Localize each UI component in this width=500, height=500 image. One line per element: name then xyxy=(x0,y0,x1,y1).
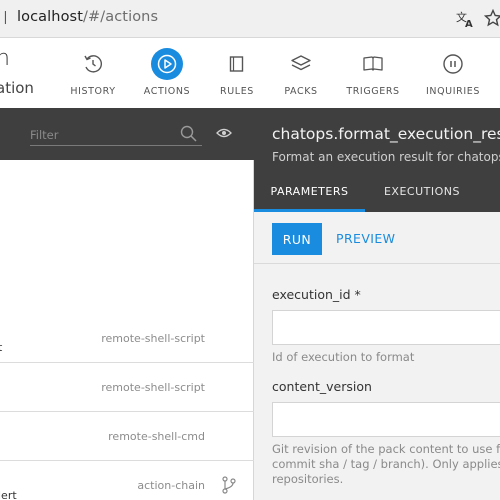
action-title: chatops.format_execution_result xyxy=(272,125,500,143)
nav-rules-label: RULES xyxy=(220,86,254,97)
nav-packs-label: PACKS xyxy=(284,86,318,97)
nav-packs[interactable]: PACKS xyxy=(266,48,336,100)
nav-triggers-label: TRIGGERS xyxy=(346,86,400,97)
run-button[interactable]: RUN xyxy=(272,223,322,255)
content-version-field[interactable] xyxy=(272,402,500,437)
nav-inquiries-label: INQUIRIES xyxy=(426,86,480,97)
translate-icon[interactable]: 文 A xyxy=(456,10,474,28)
execution-id-label: execution_id * xyxy=(272,287,361,302)
workflow-icon xyxy=(222,476,236,494)
url-field[interactable]: localhost/#/actions xyxy=(17,9,158,25)
filter-bar xyxy=(0,108,254,160)
url-path: /#/actions xyxy=(83,9,159,25)
action-runner-type: remote-shell-script xyxy=(101,332,205,345)
nav-actions-label: ACTIONS xyxy=(143,86,191,97)
tab-executions[interactable]: EXECUTIONS xyxy=(372,185,472,212)
play-icon xyxy=(151,48,183,80)
action-details-panel: chatops.format_execution_result Format a… xyxy=(254,108,500,500)
action-list-item[interactable]: lert action-chain xyxy=(0,461,254,500)
divider xyxy=(254,263,500,264)
nav-history[interactable]: HISTORY xyxy=(58,48,128,100)
rules-icon xyxy=(229,56,244,72)
browser-address-bar: ❘ localhost/#/actions 文 A xyxy=(0,0,500,38)
svg-text:A: A xyxy=(465,19,473,28)
nav-actions[interactable]: ACTIONS xyxy=(132,48,202,100)
nav-inquiries[interactable]: INQUIRIES xyxy=(418,48,488,100)
app-logo-subtext: ation xyxy=(0,79,34,97)
action-runner-type: remote-shell-cmd xyxy=(108,430,205,443)
action-runner-type: remote-shell-script xyxy=(101,381,205,394)
execution-id-help: Id of execution to format xyxy=(272,350,415,364)
actions-list-panel: t remote-shell-script remote-shell-scrip… xyxy=(0,108,254,500)
nav-triggers[interactable]: TRIGGERS xyxy=(338,48,408,100)
history-icon xyxy=(84,55,102,73)
nav-rules[interactable]: RULES xyxy=(202,48,272,100)
bookmark-star-icon[interactable] xyxy=(484,9,500,27)
action-list-item[interactable]: remote-shell-script xyxy=(0,363,254,412)
page-info-icon[interactable]: ❘ xyxy=(0,11,11,25)
inquiries-icon xyxy=(443,54,463,74)
eye-icon[interactable] xyxy=(216,127,232,139)
app-logo-text: n xyxy=(0,46,10,71)
content-version-help-line: Git revision of the pack content to use … xyxy=(272,442,500,456)
action-description: Format an execution result for chatops xyxy=(272,150,500,164)
nav-history-label: HISTORY xyxy=(70,86,116,97)
action-name: t xyxy=(0,341,3,354)
action-list-item[interactable]: t remote-shell-script xyxy=(0,314,254,363)
tab-parameters[interactable]: PARAMETERS xyxy=(254,185,365,212)
search-icon[interactable] xyxy=(180,125,197,142)
action-name: lert xyxy=(0,489,17,500)
action-list-item[interactable]: remote-shell-cmd xyxy=(0,412,254,461)
content-version-help-line: repositories. xyxy=(272,472,344,486)
triggers-icon xyxy=(363,56,383,71)
url-host: localhost xyxy=(17,9,83,25)
action-runner-type: action-chain xyxy=(137,479,205,492)
content-version-help-line: commit sha / tag / branch). Only applies xyxy=(272,457,500,471)
action-details-header: chatops.format_execution_result Format a… xyxy=(254,108,500,212)
execution-id-field[interactable] xyxy=(272,310,500,345)
preview-button[interactable]: PREVIEW xyxy=(336,223,395,255)
filter-input[interactable] xyxy=(30,124,202,146)
packs-icon xyxy=(291,55,311,71)
content-version-label: content_version xyxy=(272,379,372,394)
